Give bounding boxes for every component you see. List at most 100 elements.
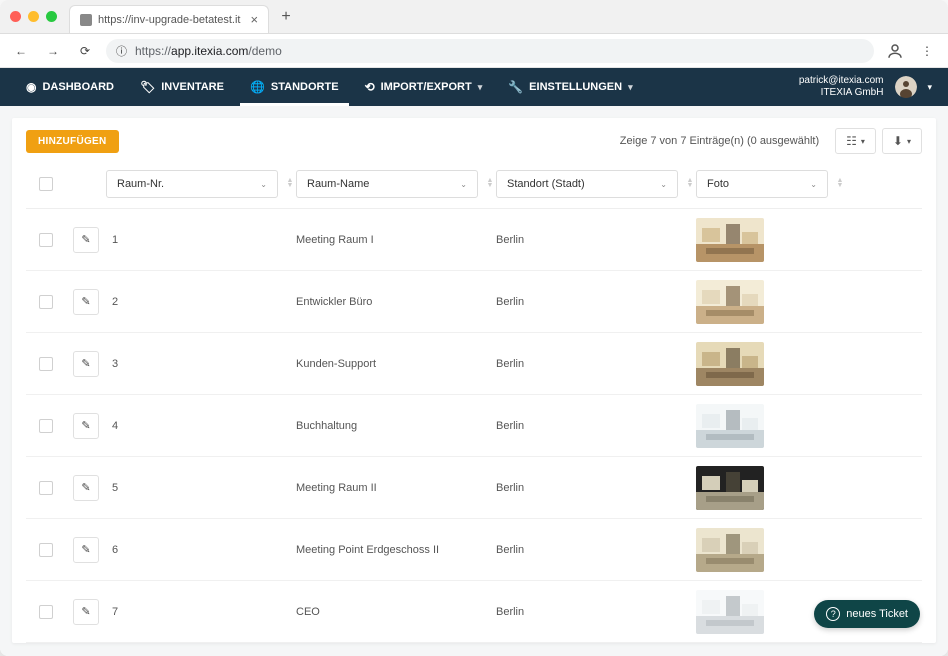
cell-raum-name: Meeting Raum II xyxy=(296,482,496,494)
edit-row-button[interactable]: ✎ xyxy=(73,289,99,315)
list-icon: ☷ xyxy=(846,134,857,148)
close-window-button[interactable] xyxy=(10,11,21,22)
sort-handle[interactable]: ▲▼ xyxy=(684,179,696,189)
tag-icon: 🏷 xyxy=(140,80,155,94)
forward-button[interactable]: → xyxy=(42,40,64,62)
cell-raum-name: CEO xyxy=(296,606,496,618)
export-button[interactable]: ⬇ ▾ xyxy=(882,128,922,154)
column-label: Raum-Name xyxy=(307,178,369,190)
pencil-icon: ✎ xyxy=(81,605,90,618)
nav-einstellungen[interactable]: 🔧 EINSTELLUNGEN ▾ xyxy=(498,68,642,106)
chevron-down-icon: ⌄ xyxy=(660,180,667,189)
column-filter-raum-name[interactable]: Raum-Name ⌄ xyxy=(296,170,478,198)
row-checkbox[interactable] xyxy=(39,419,53,433)
table-row: ✎ 3 Kunden-Support Berlin xyxy=(26,333,922,395)
cell-raum-nr: 4 xyxy=(106,420,296,432)
chevron-down-icon: ⌄ xyxy=(460,180,467,189)
nav-label: INVENTARE xyxy=(161,81,224,93)
row-checkbox[interactable] xyxy=(39,233,53,247)
chevron-down-icon: ⌄ xyxy=(260,180,267,189)
globe-icon: 🌐 xyxy=(250,80,265,94)
chevron-down-icon: ▾ xyxy=(861,137,865,146)
edit-row-button[interactable]: ✎ xyxy=(73,413,99,439)
row-checkbox[interactable] xyxy=(39,543,53,557)
reload-button[interactable]: ⟳ xyxy=(74,40,96,62)
url-field[interactable]: ⓘ https://app.itexia.com/demo xyxy=(106,39,874,63)
cell-foto-thumbnail[interactable] xyxy=(696,466,764,510)
cell-foto-thumbnail[interactable] xyxy=(696,590,764,634)
browser-menu-icon[interactable]: ⋮ xyxy=(916,40,938,62)
row-checkbox[interactable] xyxy=(39,295,53,309)
nav-standorte[interactable]: 🌐 STANDORTE xyxy=(240,68,349,106)
column-filter-raum-nr[interactable]: Raum-Nr. ⌄ xyxy=(106,170,278,198)
cell-foto-thumbnail[interactable] xyxy=(696,342,764,386)
chevron-down-icon[interactable]: ▾ xyxy=(927,82,932,93)
minimize-window-button[interactable] xyxy=(28,11,39,22)
nav-import-export[interactable]: ⟲ IMPORT/EXPORT ▾ xyxy=(355,68,493,106)
row-checkbox[interactable] xyxy=(39,481,53,495)
row-checkbox[interactable] xyxy=(39,357,53,371)
browser-title-bar: https://inv-upgrade-betatest.it × + xyxy=(0,0,948,34)
sort-handle[interactable]: ▲▼ xyxy=(484,179,496,189)
chevron-down-icon: ▾ xyxy=(907,137,911,146)
nav-label: STANDORTE xyxy=(271,81,339,93)
column-filter-foto[interactable]: Foto ⌄ xyxy=(696,170,828,198)
edit-row-button[interactable]: ✎ xyxy=(73,537,99,563)
app-main-nav: ◉ DASHBOARD 🏷 INVENTARE 🌐 STANDORTE ⟲ IM… xyxy=(0,68,948,106)
close-tab-icon[interactable]: × xyxy=(250,12,258,27)
column-label: Raum-Nr. xyxy=(117,178,164,190)
cell-raum-name: Meeting Raum I xyxy=(296,234,496,246)
new-ticket-button[interactable]: ? neues Ticket xyxy=(814,600,920,628)
cell-raum-name: Meeting Point Erdgeschoss II xyxy=(296,544,496,556)
tab-favicon xyxy=(80,14,92,26)
cell-raum-nr: 3 xyxy=(106,358,296,370)
url-text: https://app.itexia.com/demo xyxy=(135,44,282,58)
cell-raum-name: Entwickler Büro xyxy=(296,296,496,308)
cell-standort: Berlin xyxy=(496,544,696,556)
edit-row-button[interactable]: ✎ xyxy=(73,475,99,501)
table-row: ✎ 1 Meeting Raum I Berlin xyxy=(26,209,922,271)
cell-raum-name: Kunden-Support xyxy=(296,358,496,370)
select-all-checkbox[interactable] xyxy=(39,177,53,191)
cell-raum-nr: 2 xyxy=(106,296,296,308)
cell-foto-thumbnail[interactable] xyxy=(696,404,764,448)
cell-foto-thumbnail[interactable] xyxy=(696,528,764,572)
cell-standort: Berlin xyxy=(496,296,696,308)
browser-profile-icon[interactable] xyxy=(884,40,906,62)
table-row: ✎ 5 Meeting Raum II Berlin xyxy=(26,457,922,519)
edit-row-button[interactable]: ✎ xyxy=(73,227,99,253)
edit-row-button[interactable]: ✎ xyxy=(73,351,99,377)
table-row: ✎ 4 Buchhaltung Berlin xyxy=(26,395,922,457)
nav-dashboard[interactable]: ◉ DASHBOARD xyxy=(16,68,124,106)
column-label: Standort (Stadt) xyxy=(507,178,585,190)
entries-summary: Zeige 7 von 7 Einträge(n) (0 ausgewählt) xyxy=(620,135,819,147)
column-filter-standort[interactable]: Standort (Stadt) ⌄ xyxy=(496,170,678,198)
sync-icon: ⟲ xyxy=(365,80,375,94)
chevron-down-icon: ⌄ xyxy=(810,180,817,189)
sort-handle[interactable]: ▲▼ xyxy=(834,179,846,189)
cell-foto-thumbnail[interactable] xyxy=(696,218,764,262)
cell-raum-nr: 7 xyxy=(106,606,296,618)
nav-label: IMPORT/EXPORT xyxy=(381,81,472,93)
user-org: ITEXIA GmbH xyxy=(799,87,884,99)
pencil-icon: ✎ xyxy=(81,233,90,246)
cell-foto-thumbnail[interactable] xyxy=(696,280,764,324)
row-checkbox[interactable] xyxy=(39,605,53,619)
user-info: patrick@itexia.com ITEXIA GmbH xyxy=(799,75,884,99)
columns-view-button[interactable]: ☷ ▾ xyxy=(835,128,876,154)
nav-label: DASHBOARD xyxy=(42,81,114,93)
user-email: patrick@itexia.com xyxy=(799,75,884,87)
maximize-window-button[interactable] xyxy=(46,11,57,22)
new-tab-button[interactable]: + xyxy=(275,6,297,28)
sort-handle[interactable]: ▲▼ xyxy=(284,179,296,189)
nav-inventare[interactable]: 🏷 INVENTARE xyxy=(130,68,234,106)
browser-tab[interactable]: https://inv-upgrade-betatest.it × xyxy=(69,5,269,33)
avatar[interactable] xyxy=(895,76,917,98)
edit-row-button[interactable]: ✎ xyxy=(73,599,99,625)
add-button[interactable]: HINZUFÜGEN xyxy=(26,130,119,153)
back-button[interactable]: ← xyxy=(10,40,32,62)
pencil-icon: ✎ xyxy=(81,295,90,308)
window-traffic-lights xyxy=(10,11,57,22)
cell-raum-name: Buchhaltung xyxy=(296,420,496,432)
column-label: Foto xyxy=(707,178,729,190)
